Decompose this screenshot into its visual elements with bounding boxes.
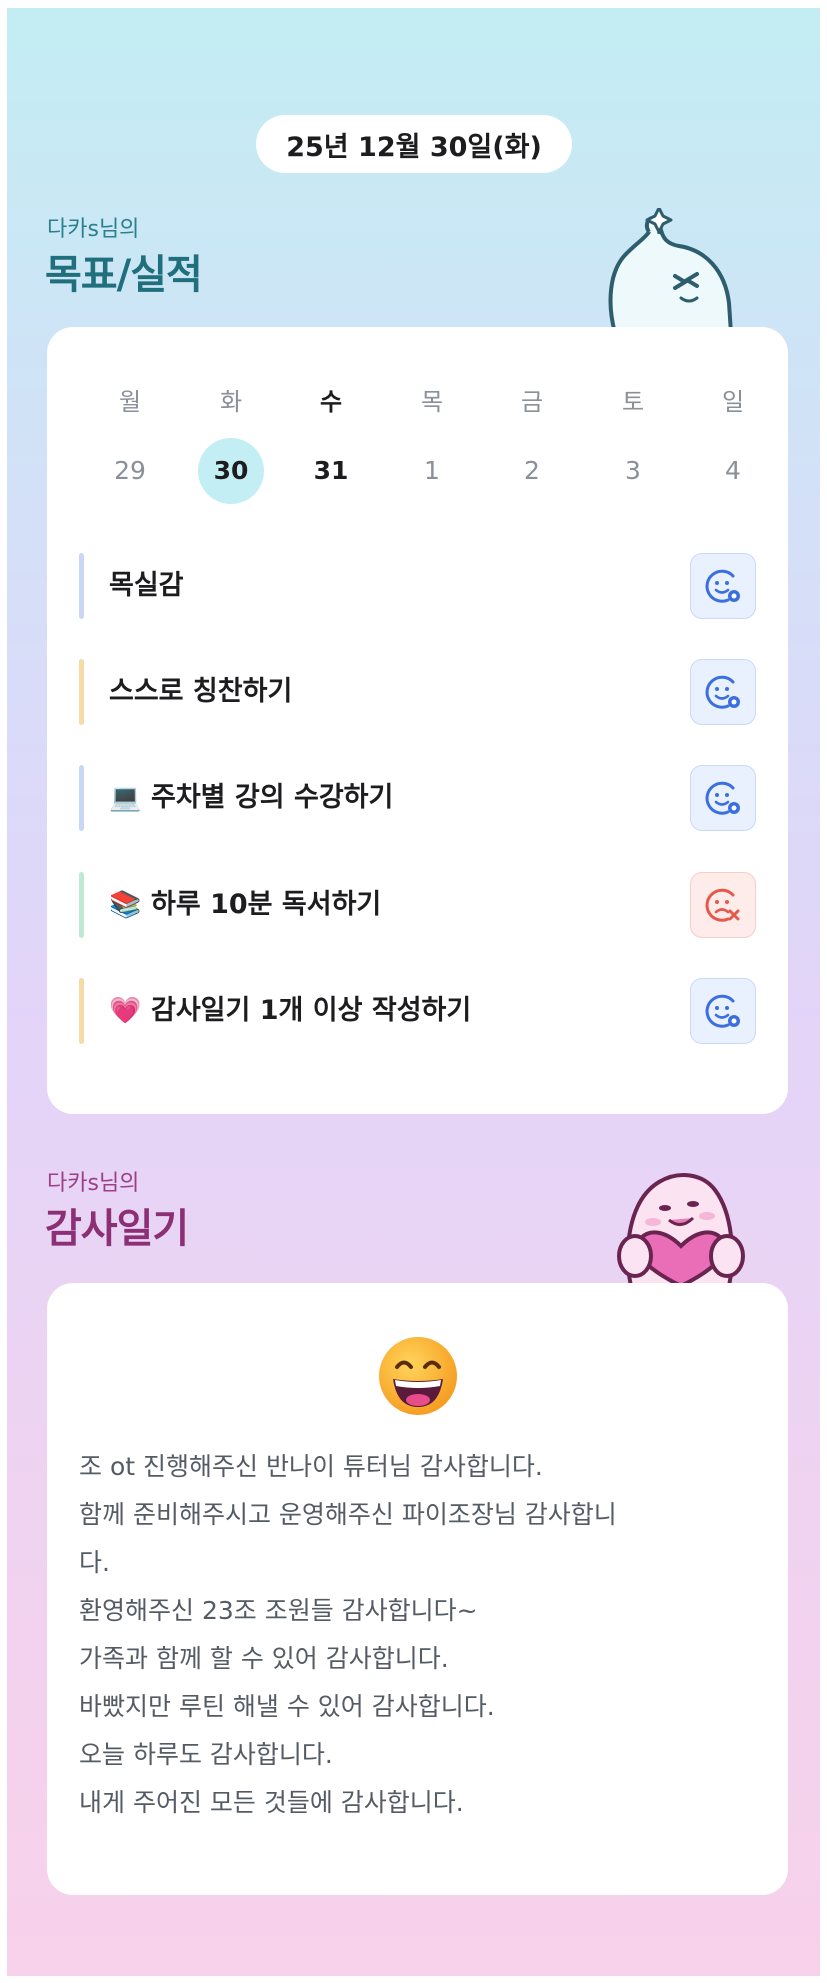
smile-check-icon bbox=[705, 675, 740, 709]
goal-label: 목실감 bbox=[109, 570, 184, 601]
gratitude-line: 바빴지만 루틴 해낼 수 있어 감사합니다. bbox=[79, 1692, 495, 1721]
goal-status-done-button[interactable] bbox=[690, 553, 756, 619]
goal-row[interactable]: 스스로 칭찬하기 bbox=[79, 659, 756, 725]
gratitude-line: 환영해주신 23조 조원들 감사합니다~ bbox=[79, 1596, 478, 1625]
goal-status-fail-button[interactable] bbox=[690, 872, 756, 938]
waving-mascot-icon bbox=[608, 208, 734, 333]
page-background: 25년 12월 30일(화) 다카s님의 목표/실적 월 29 화 30 수 3… bbox=[7, 8, 820, 1976]
goals-subtitle: 다카s님의 bbox=[47, 217, 140, 242]
laptop-emoji: 💻 bbox=[109, 783, 142, 813]
goal-row[interactable]: 목실감 bbox=[79, 553, 756, 619]
gratitude-line: 내게 주어진 모든 것들에 감사합니다. bbox=[79, 1788, 464, 1817]
date-label: 25년 12월 30일(화) bbox=[286, 131, 542, 163]
goal-label: 주차별 강의 수강하기 bbox=[151, 782, 394, 813]
day-name: 목 bbox=[420, 388, 444, 416]
goal-label-row: 💗 감사일기 1개 이상 작성하기 bbox=[109, 978, 471, 1044]
day-number: 3 bbox=[625, 456, 641, 485]
day-number: 1 bbox=[424, 456, 440, 485]
gratitude-line: 오늘 하루도 감사합니다. bbox=[79, 1740, 333, 1769]
day-number: 4 bbox=[725, 456, 741, 485]
grinning-face-icon bbox=[379, 1337, 457, 1415]
goals-card: 월 29 화 30 수 31 목 1 금 2 토 3 일 4 목실감 스스로 칭… bbox=[47, 327, 788, 1114]
goal-status-done-button[interactable] bbox=[690, 978, 756, 1044]
goal-label: 스스로 칭찬하기 bbox=[109, 676, 293, 707]
day-name: 월 bbox=[118, 388, 142, 416]
day-number: 31 bbox=[313, 456, 349, 485]
smile-check-icon bbox=[705, 781, 740, 815]
goal-row[interactable]: 💻 주차별 강의 수강하기 bbox=[79, 765, 756, 831]
gratitude-line: 다. bbox=[79, 1548, 110, 1577]
goal-color-bar bbox=[79, 659, 84, 725]
goal-label-row: 💻 주차별 강의 수강하기 bbox=[109, 765, 393, 831]
heart-mascot-icon bbox=[617, 1173, 745, 1286]
goals-title: 목표/실적 bbox=[45, 252, 203, 298]
sad-x-icon bbox=[705, 888, 740, 922]
goal-color-bar bbox=[79, 978, 84, 1044]
goal-label: 감사일기 1개 이상 작성하기 bbox=[151, 995, 472, 1026]
goal-row[interactable]: 📚 하루 10분 독서하기 bbox=[79, 872, 756, 938]
day-name: 화 bbox=[219, 388, 243, 416]
day-number: 29 bbox=[114, 456, 146, 485]
gratitude-card: 조 ot 진행해주신 반나이 튜터님 감사합니다. 함께 준비해주시고 운영해주… bbox=[47, 1283, 788, 1895]
goal-label-row: 📚 하루 10분 독서하기 bbox=[109, 872, 381, 938]
day-name: 일 bbox=[721, 388, 745, 416]
goal-row[interactable]: 💗 감사일기 1개 이상 작성하기 bbox=[79, 978, 756, 1044]
day-number: 2 bbox=[524, 456, 540, 485]
gratitude-text: 조 ot 진행해주신 반나이 튜터님 감사합니다. 함께 준비해주시고 운영해주… bbox=[79, 1443, 759, 1827]
gratitude-line: 함께 준비해주시고 운영해주신 파이조장님 감사합니 bbox=[79, 1500, 617, 1529]
day-name: 수 bbox=[319, 388, 343, 416]
smile-check-icon bbox=[705, 994, 740, 1028]
date-pill: 25년 12월 30일(화) bbox=[256, 115, 572, 173]
goal-color-bar bbox=[79, 872, 84, 938]
gratitude-subtitle: 다카s님의 bbox=[47, 1171, 140, 1196]
day-number-selected: 30 bbox=[198, 438, 264, 504]
gratitude-line: 가족과 함께 할 수 있어 감사합니다. bbox=[79, 1644, 449, 1673]
books-emoji: 📚 bbox=[109, 890, 142, 920]
day-name: 토 bbox=[621, 388, 645, 416]
goal-label: 하루 10분 독서하기 bbox=[151, 889, 382, 920]
goal-status-done-button[interactable] bbox=[690, 659, 756, 725]
heart-emoji: 💗 bbox=[109, 996, 142, 1026]
day-name: 금 bbox=[520, 388, 544, 416]
gratitude-line: 조 ot 진행해주신 반나이 튜터님 감사합니다. bbox=[79, 1452, 543, 1481]
goal-color-bar bbox=[79, 765, 84, 831]
goal-color-bar bbox=[79, 553, 84, 619]
gratitude-title: 감사일기 bbox=[45, 1206, 189, 1252]
smile-check-icon bbox=[705, 569, 740, 603]
goal-status-done-button[interactable] bbox=[690, 765, 756, 831]
